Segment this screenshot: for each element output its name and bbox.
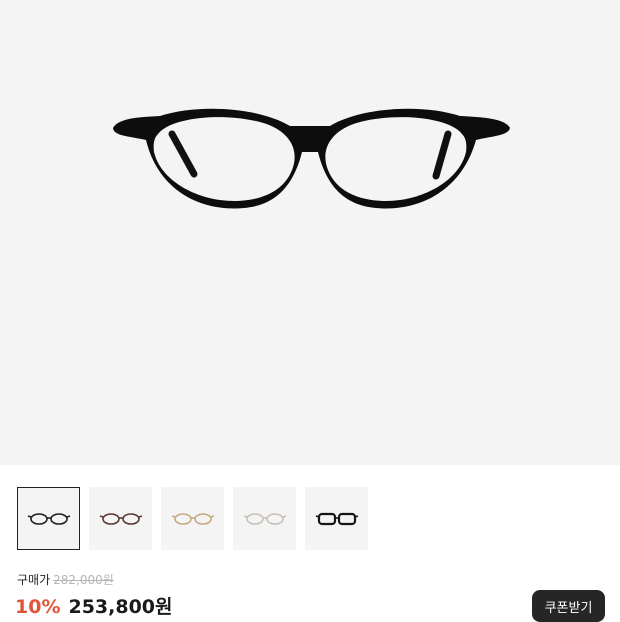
thumbnail-black-square[interactable] bbox=[305, 487, 368, 550]
glasses-image bbox=[113, 108, 510, 209]
original-price: 282,000원 bbox=[53, 573, 114, 587]
thumbnail-clear-oval[interactable] bbox=[233, 487, 296, 550]
thumbnail-glasses-image bbox=[243, 512, 286, 525]
thumbnail-list bbox=[17, 487, 368, 551]
thumbnail-glasses-image bbox=[315, 512, 358, 525]
sale-price: 253,800원 bbox=[68, 596, 173, 618]
product-main-image bbox=[0, 0, 620, 465]
thumbnail-glasses-image bbox=[27, 512, 70, 525]
left-lens bbox=[153, 117, 295, 201]
price-label-row: 구매가 282,000원 bbox=[17, 571, 114, 588]
thumbnail-gold-oval[interactable] bbox=[161, 487, 224, 550]
price-row: 10% 253,800원 bbox=[15, 592, 173, 619]
thumbnail-black-oval[interactable] bbox=[17, 487, 80, 550]
thumbnail-glasses-image bbox=[171, 512, 214, 525]
discount-rate: 10% bbox=[15, 596, 61, 618]
price-label: 구매가 bbox=[17, 573, 51, 587]
coupon-button[interactable]: 쿠폰받기 bbox=[532, 590, 605, 622]
thumbnail-brown-oval[interactable] bbox=[89, 487, 152, 550]
thumbnail-glasses-image bbox=[99, 512, 142, 525]
